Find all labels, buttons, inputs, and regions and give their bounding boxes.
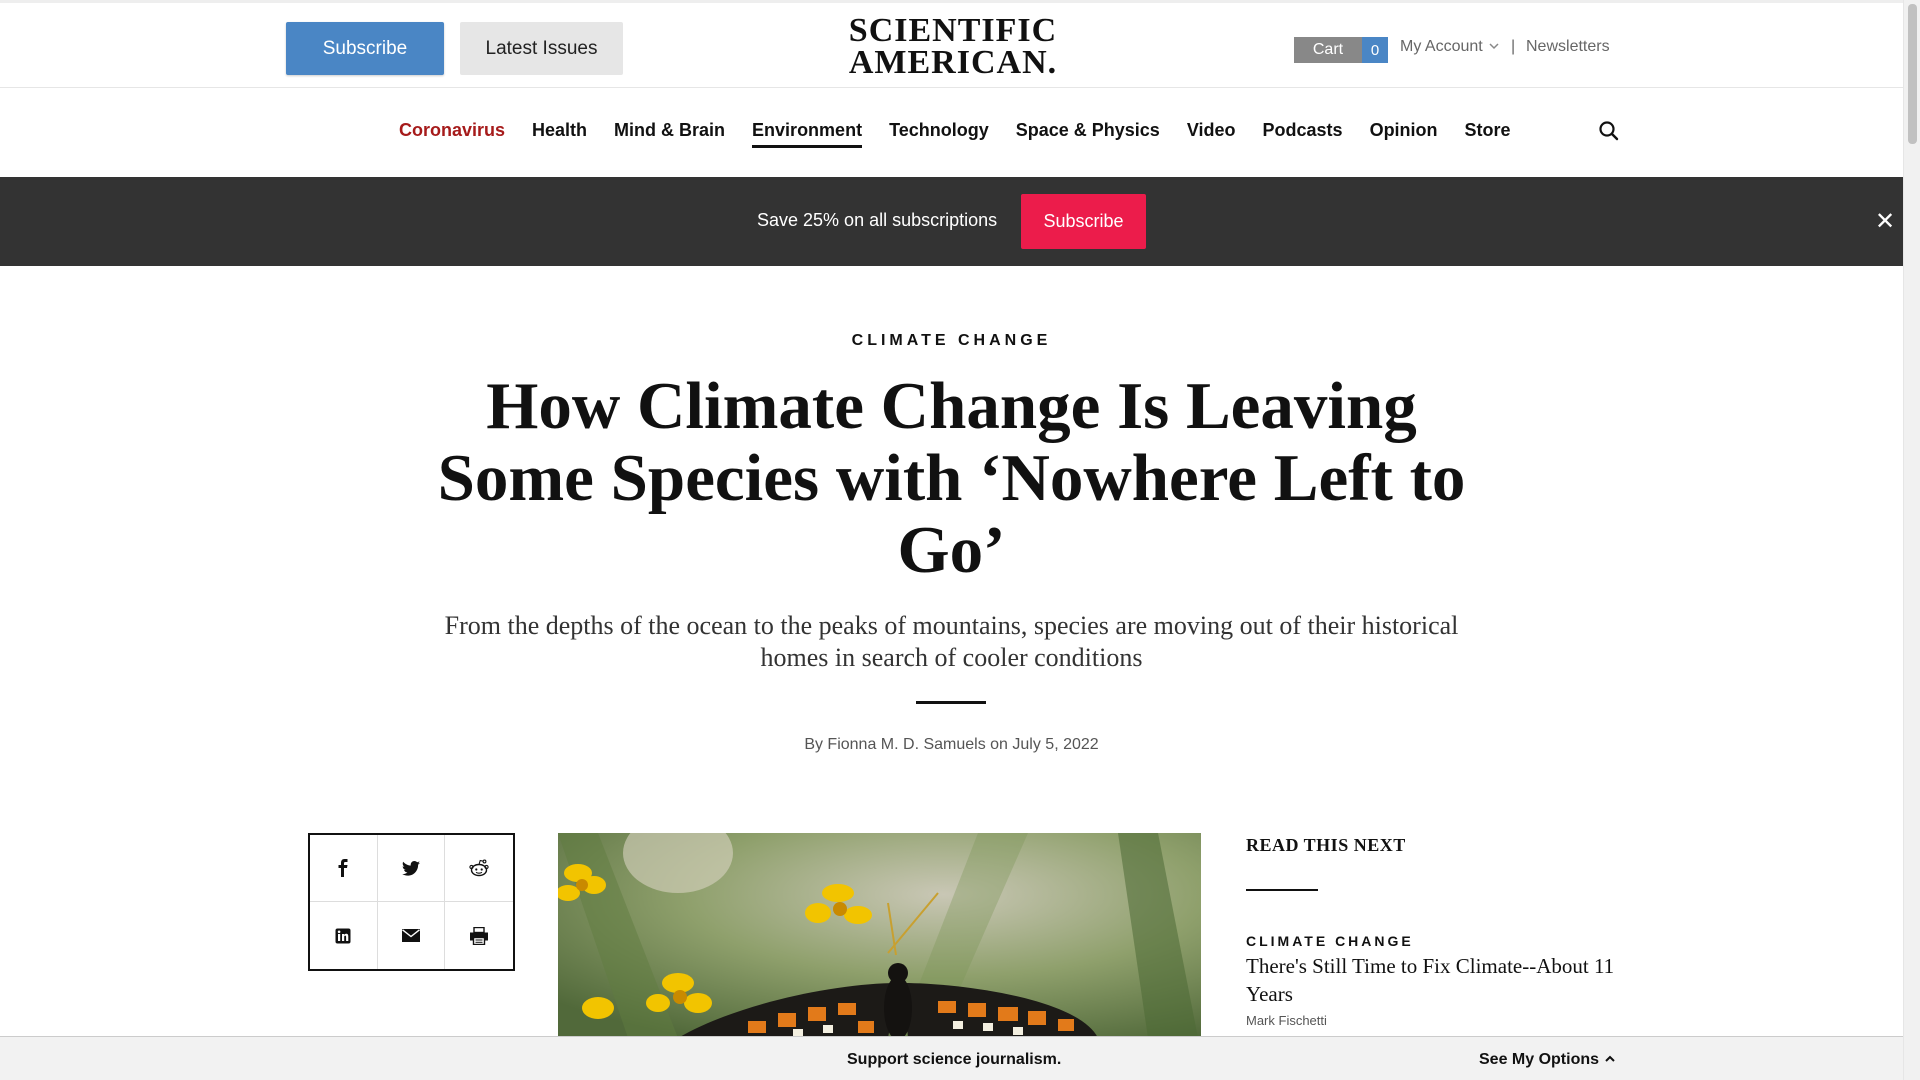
article-dek: From the depths of the ocean to the peak…	[444, 611, 1459, 672]
nav-item-environment[interactable]: Environment	[752, 120, 863, 148]
header-separator: |	[1511, 38, 1516, 55]
logo-line-1: SCIENTIFIC	[848, 12, 1058, 49]
newsletters-link[interactable]: Newsletters	[1526, 38, 1610, 56]
nav-item-opinion[interactable]: Opinion	[1370, 120, 1438, 148]
article-byline: By Fionna M. D. Samuels on July 5, 2022	[804, 736, 1099, 753]
latest-issues-button[interactable]: Latest Issues	[460, 22, 623, 75]
read-next-heading: READ THIS NEXT	[1246, 835, 1406, 855]
site-logo[interactable]: SCIENTIFIC AMERICAN.	[838, 12, 1068, 81]
nav-items: Coronavirus Health Mind & Brain Environm…	[399, 120, 1511, 148]
nav-item-podcasts[interactable]: Podcasts	[1263, 120, 1343, 148]
cart-button[interactable]: Cart 0	[1294, 37, 1388, 63]
cart-label: Cart	[1294, 37, 1362, 63]
share-box	[308, 833, 515, 971]
article-hero-image	[558, 833, 1201, 1038]
linkedin-icon[interactable]	[310, 902, 378, 969]
see-options-button[interactable]: See My Options	[1479, 1051, 1615, 1069]
nav-item-store[interactable]: Store	[1465, 120, 1511, 148]
page-scrollbar[interactable]	[1903, 0, 1920, 1080]
scrollbar-thumb[interactable]	[1908, 4, 1917, 144]
logo-line-2: AMERICAN.	[848, 44, 1058, 81]
reddit-icon[interactable]	[445, 835, 513, 902]
nav-item-mind-brain[interactable]: Mind & Brain	[614, 120, 725, 148]
facebook-icon[interactable]	[310, 835, 378, 902]
nav-item-technology[interactable]: Technology	[889, 120, 989, 148]
main-nav: Coronavirus Health Mind & Brain Environm…	[0, 88, 1903, 177]
nav-item-space-physics[interactable]: Space & Physics	[1016, 120, 1160, 148]
read-next-divider	[1246, 889, 1318, 891]
print-icon[interactable]	[445, 902, 513, 969]
twitter-icon[interactable]	[377, 835, 446, 902]
nav-item-health[interactable]: Health	[532, 120, 587, 148]
nav-item-video[interactable]: Video	[1187, 120, 1236, 148]
my-account-menu[interactable]: My Account	[1400, 38, 1499, 56]
my-account-label: My Account	[1400, 38, 1483, 55]
top-bar: Subscribe Latest Issues SCIENTIFIC AMERI…	[0, 0, 1903, 88]
article-headline: How Climate Change Is Leaving Some Speci…	[437, 369, 1466, 587]
nav-item-coronavirus[interactable]: Coronavirus	[399, 120, 505, 148]
header-divider	[916, 701, 986, 704]
promo-subscribe-button[interactable]: Subscribe	[1021, 194, 1146, 249]
support-bar: Support science journalism. See My Optio…	[0, 1036, 1903, 1080]
promo-banner: Save 25% on all subscriptions Subscribe …	[0, 177, 1903, 266]
article-kicker[interactable]: CLIMATE CHANGE	[0, 332, 1903, 350]
cart-count-badge: 0	[1362, 37, 1388, 63]
see-options-label: See My Options	[1479, 1051, 1600, 1068]
promo-text: Save 25% on all subscriptions	[757, 210, 998, 230]
read-next-title-link[interactable]: There's Still Time to Fix Climate--About…	[1246, 952, 1646, 1008]
close-icon[interactable]: ✕	[1875, 207, 1895, 236]
email-icon[interactable]	[378, 902, 446, 969]
support-text: Support science journalism.	[847, 1051, 1062, 1068]
read-next-author: Mark Fischetti	[1246, 1013, 1327, 1028]
read-next-kicker[interactable]: CLIMATE CHANGE	[1246, 933, 1414, 949]
chevron-down-icon	[1489, 41, 1499, 53]
chevron-up-icon	[1605, 1055, 1615, 1066]
subscribe-button[interactable]: Subscribe	[286, 22, 444, 75]
search-icon[interactable]	[1598, 120, 1620, 142]
